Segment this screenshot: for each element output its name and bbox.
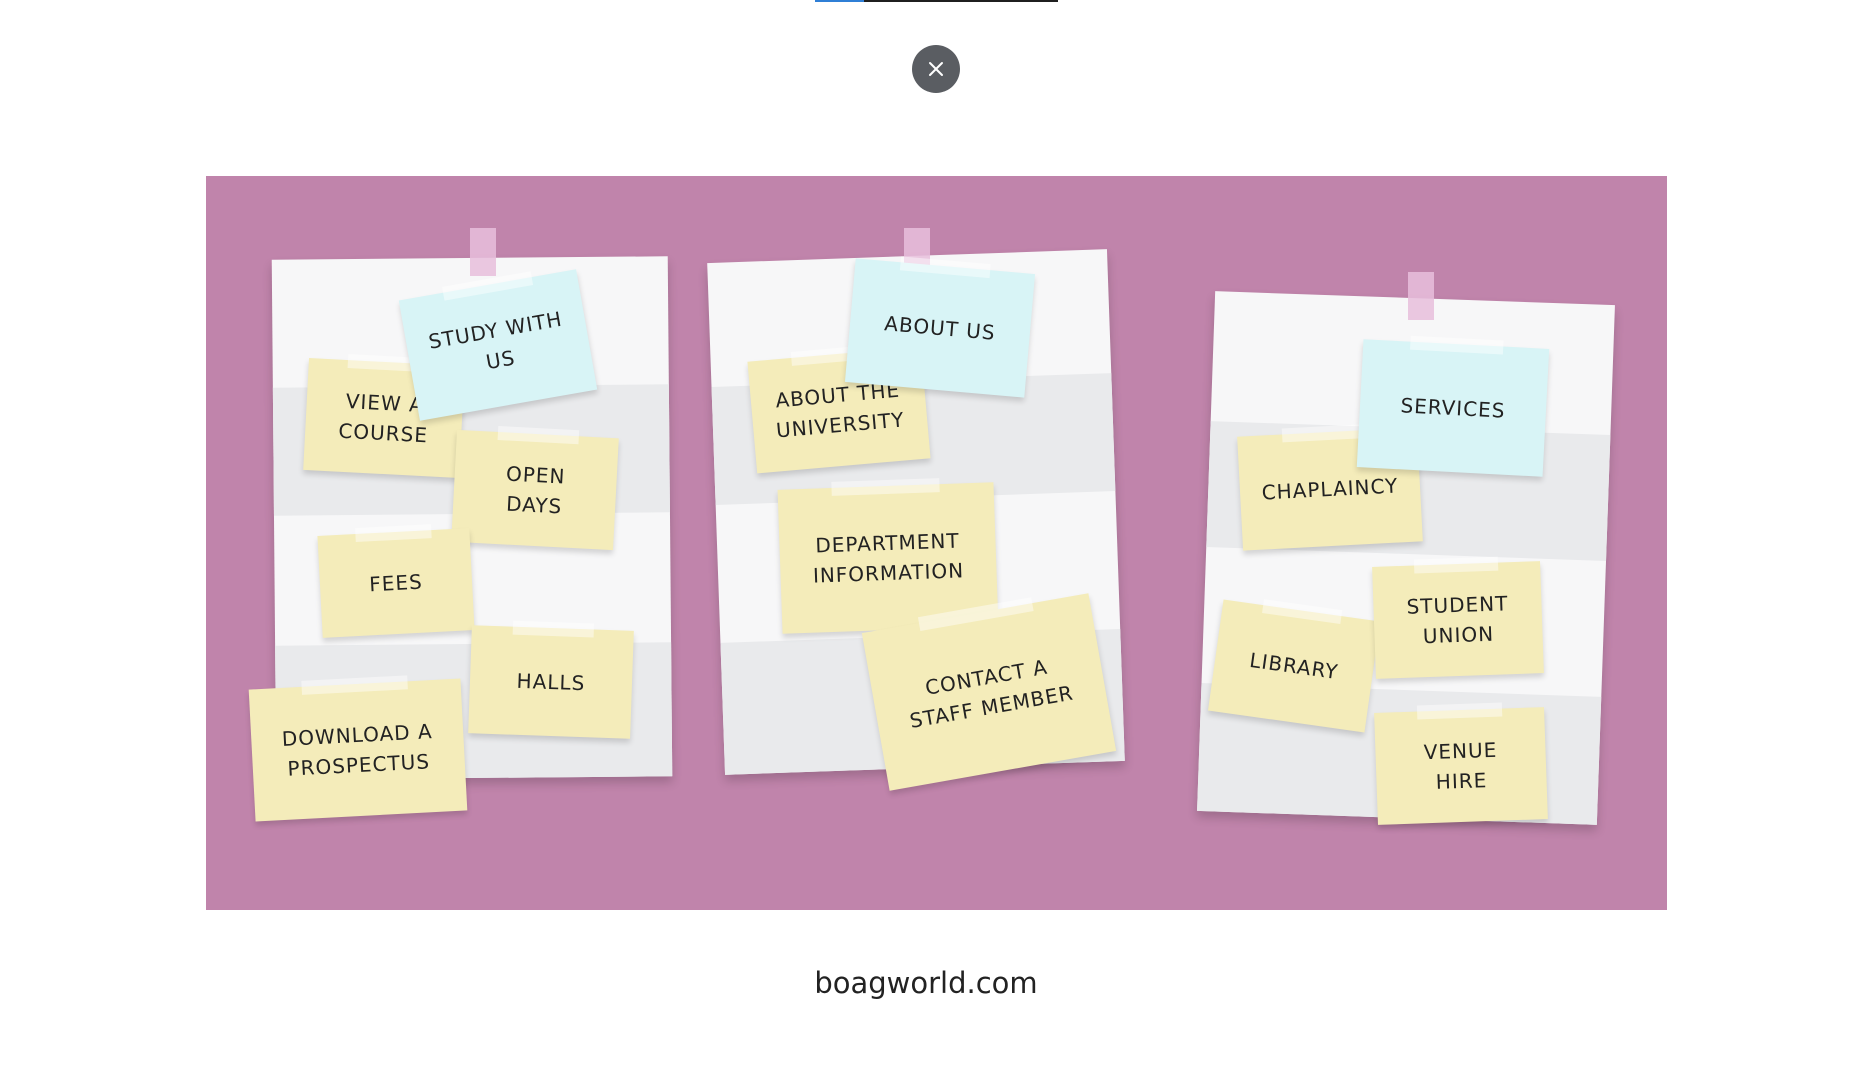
close-button[interactable] (912, 45, 960, 93)
note-open-days: Open days (451, 429, 619, 551)
close-icon (929, 62, 943, 76)
note-download-a-prospectus: Download a prospectus (248, 678, 468, 822)
note-about-us: About us (844, 258, 1036, 398)
note-student-union: Student union (1372, 561, 1544, 679)
slide-progress-fill (815, 0, 864, 2)
note-halls: Halls (468, 625, 634, 739)
note-services: Services (1356, 339, 1550, 477)
note-library: Library (1207, 599, 1381, 733)
slide-image: View a course Study with us Open days Fe… (206, 176, 1667, 910)
note-venue-hire: Venue hire (1374, 707, 1548, 825)
pin (1408, 272, 1434, 320)
pin (470, 228, 496, 276)
note-fees: Fees (317, 528, 475, 638)
slide-progress-bar (815, 0, 1058, 2)
source-caption: boagworld.com (814, 966, 1038, 1000)
